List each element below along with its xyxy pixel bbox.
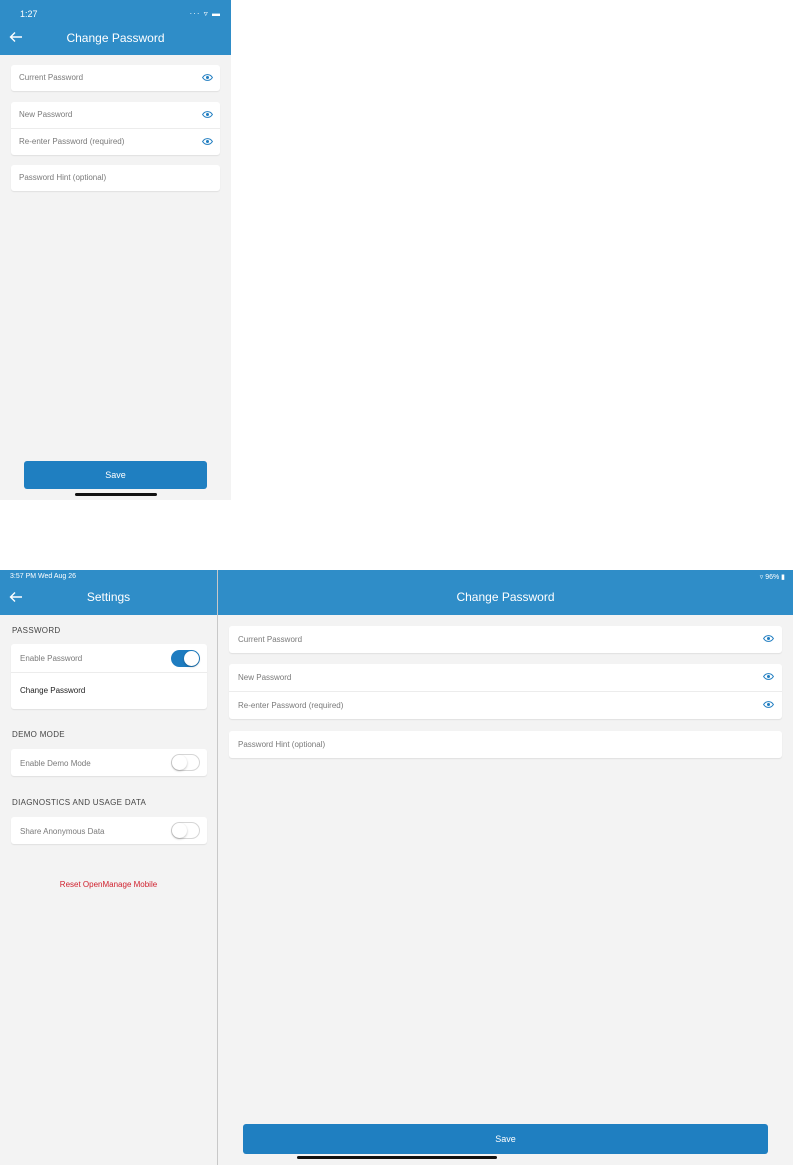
reenter-password-label: Re-enter Password (required) bbox=[19, 137, 125, 146]
password-hint-field[interactable]: Password Hint (optional) bbox=[11, 165, 220, 191]
share-anonymous-data-label: Share Anonymous Data bbox=[20, 827, 105, 836]
toggle-knob bbox=[172, 755, 187, 770]
password-hint-label: Password Hint (optional) bbox=[238, 740, 326, 749]
eye-icon[interactable] bbox=[763, 701, 774, 708]
tablet-status-datetime: 3:57 PM Wed Aug 26 bbox=[10, 573, 77, 580]
toggle-knob bbox=[184, 651, 199, 666]
save-button[interactable]: Save bbox=[243, 1124, 768, 1154]
toggle-knob bbox=[172, 823, 187, 838]
current-password-field[interactable]: Current Password bbox=[229, 626, 782, 653]
password-hint-label: Password Hint (optional) bbox=[19, 173, 107, 182]
current-password-label: Current Password bbox=[238, 635, 303, 644]
enable-demo-mode-toggle[interactable] bbox=[171, 754, 200, 771]
eye-icon[interactable] bbox=[763, 635, 774, 642]
new-password-card: New Password Re-enter Password (required… bbox=[11, 102, 220, 155]
save-button[interactable]: Save bbox=[24, 461, 207, 489]
change-password-item[interactable]: Change Password bbox=[20, 686, 85, 695]
settings-title: Settings bbox=[86, 590, 131, 604]
phone-page-title: Change Password bbox=[66, 31, 165, 45]
enable-password-label: Enable Password bbox=[20, 654, 83, 663]
current-password-card: Current Password bbox=[229, 626, 782, 653]
reenter-password-field[interactable]: Re-enter Password (required) bbox=[11, 129, 220, 155]
password-hint-card: Password Hint (optional) bbox=[11, 165, 220, 191]
change-password-title: Change Password bbox=[456, 590, 555, 604]
tablet-status-battery: ▿ 96% ▮ bbox=[759, 574, 785, 581]
share-anonymous-data-toggle[interactable] bbox=[171, 822, 200, 839]
reenter-password-field[interactable]: Re-enter Password (required) bbox=[229, 692, 782, 719]
phone-screen: 1:27 ··· ▿ ▬ Change Password Current Pas… bbox=[0, 0, 231, 500]
password-settings-card: Enable Password Change Password bbox=[11, 644, 207, 709]
current-password-field[interactable]: Current Password bbox=[11, 65, 220, 91]
current-password-label: Current Password bbox=[19, 73, 84, 82]
password-hint-card: Password Hint (optional) bbox=[229, 731, 782, 758]
password-hint-field[interactable]: Password Hint (optional) bbox=[229, 731, 782, 758]
new-password-card: New Password Re-enter Password (required… bbox=[229, 664, 782, 719]
section-demo-mode-heading: DEMO MODE bbox=[12, 730, 65, 739]
eye-icon[interactable] bbox=[763, 673, 774, 680]
demo-mode-card: Enable Demo Mode bbox=[11, 749, 207, 776]
eye-icon[interactable] bbox=[202, 111, 213, 118]
eye-icon[interactable] bbox=[202, 74, 213, 81]
diagnostics-card: Share Anonymous Data bbox=[11, 817, 207, 844]
new-password-field[interactable]: New Password bbox=[229, 664, 782, 691]
reset-openmanage-link[interactable]: Reset OpenManage Mobile bbox=[0, 880, 217, 889]
tablet-screen: 3:57 PM Wed Aug 26 ▿ 96% ▮ Settings Chan… bbox=[0, 570, 793, 1165]
divider bbox=[11, 672, 207, 673]
home-indicator bbox=[297, 1156, 497, 1159]
home-indicator bbox=[75, 493, 157, 496]
phone-status-icons: ··· ▿ ▬ bbox=[189, 9, 221, 18]
reenter-password-label: Re-enter Password (required) bbox=[238, 701, 344, 710]
new-password-label: New Password bbox=[19, 110, 73, 119]
phone-status-time: 1:27 bbox=[20, 9, 38, 19]
pane-divider bbox=[217, 570, 218, 1165]
section-password-heading: PASSWORD bbox=[12, 626, 61, 635]
new-password-field[interactable]: New Password bbox=[11, 102, 220, 128]
section-diagnostics-heading: DIAGNOSTICS AND USAGE DATA bbox=[12, 798, 147, 807]
eye-icon[interactable] bbox=[202, 138, 213, 145]
current-password-card: Current Password bbox=[11, 65, 220, 91]
new-password-label: New Password bbox=[238, 673, 292, 682]
enable-password-toggle[interactable] bbox=[171, 650, 200, 667]
enable-demo-mode-label: Enable Demo Mode bbox=[20, 759, 91, 768]
